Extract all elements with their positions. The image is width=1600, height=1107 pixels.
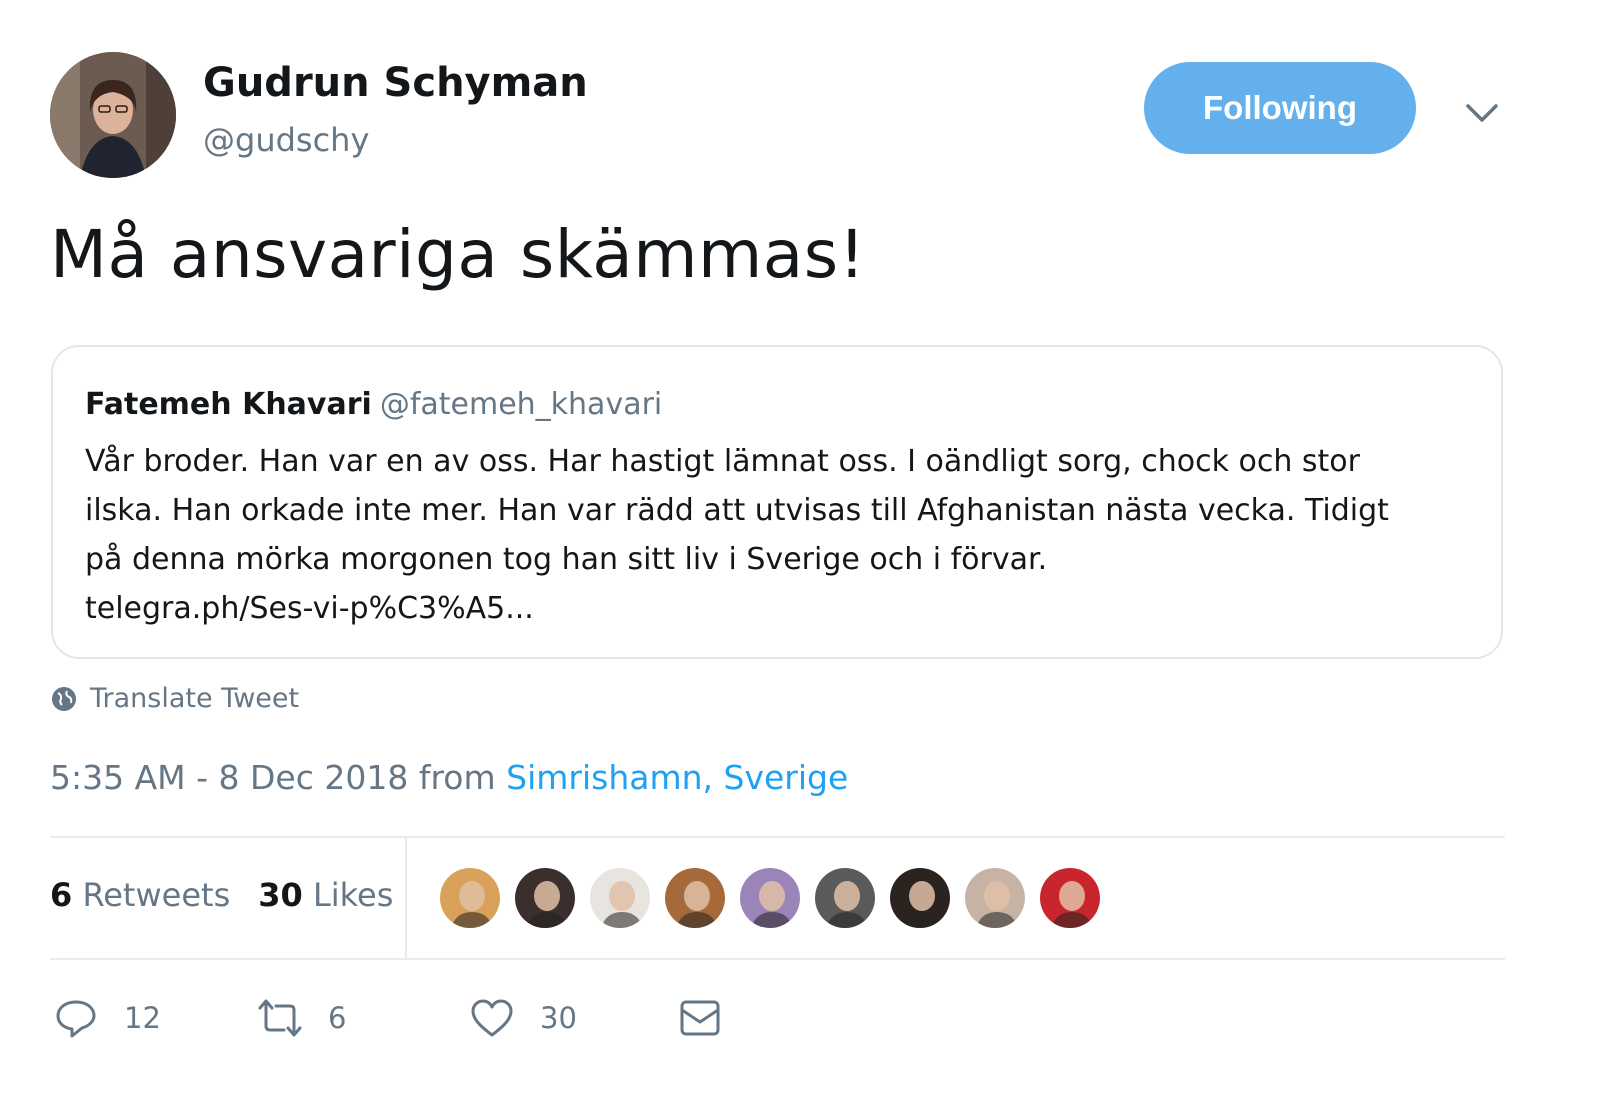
liker-avatar[interactable] — [813, 866, 877, 930]
quoted-tweet-line: ilska. Han orkade inte mer. Han var rädd… — [85, 493, 1389, 528]
quoted-author-handle: @fatemeh_khavari — [379, 387, 663, 422]
author-handle[interactable]: @gudschy — [203, 121, 369, 159]
liker-avatar[interactable] — [888, 866, 952, 930]
retweet-icon — [258, 999, 302, 1037]
liker-avatar[interactable] — [963, 866, 1027, 930]
likes-count: 30 — [258, 876, 303, 914]
avatar-4-icon — [665, 868, 725, 928]
retweets-label: Retweets — [82, 876, 231, 914]
retweet-button[interactable]: 6 — [258, 996, 346, 1040]
heart-icon — [471, 999, 513, 1037]
liker-avatar[interactable] — [738, 866, 802, 930]
stats-divider — [405, 837, 407, 958]
avatar-7-icon — [890, 868, 950, 928]
reply-count: 12 — [124, 1001, 161, 1035]
direct-message-button[interactable] — [678, 996, 748, 1040]
avatar-3-icon — [590, 868, 650, 928]
tweet-stats: 6 Retweets 30 Likes — [50, 876, 393, 914]
translate-tweet-button[interactable]: Translate Tweet — [50, 683, 299, 714]
chevron-down-icon[interactable] — [1462, 92, 1502, 132]
tweet-location[interactable]: Simrishamn, Sverige — [506, 758, 848, 797]
liker-avatar[interactable] — [1038, 866, 1102, 930]
avatar-2-icon — [515, 868, 575, 928]
liker-avatar[interactable] — [663, 866, 727, 930]
quoted-tweet-card[interactable]: Fatemeh Khavari @fatemeh_khavari Vår brod… — [51, 345, 1503, 659]
translate-label: Translate Tweet — [90, 683, 300, 714]
likes-stat[interactable]: 30 Likes — [258, 876, 393, 914]
avatar-6-icon — [815, 868, 875, 928]
reply-icon — [56, 1000, 96, 1038]
profile-photo-icon — [50, 52, 176, 178]
quoted-author-name: Fatemeh Khavari — [85, 387, 372, 422]
retweets-count: 6 — [50, 876, 73, 914]
divider — [50, 958, 1505, 960]
liker-avatar[interactable] — [513, 866, 577, 930]
following-button[interactable]: Following — [1144, 62, 1416, 154]
retweet-count: 6 — [328, 1001, 347, 1035]
like-count: 30 — [540, 1001, 577, 1035]
avatar-1-icon — [440, 868, 500, 928]
retweets-stat[interactable]: 6 Retweets — [50, 876, 230, 914]
liker-avatar[interactable] — [438, 866, 502, 930]
quoted-tweet-link[interactable]: telegra.ph/Ses-vi-p%C3%A5... — [85, 584, 1485, 633]
quoted-tweet-header: Fatemeh Khavari @fatemeh_khavari — [85, 387, 662, 422]
quoted-tweet-line: Vår broder. Han var en av oss. Har hasti… — [85, 444, 1360, 479]
quoted-tweet-body: Vår broder. Han var en av oss. Har hasti… — [85, 437, 1485, 633]
divider — [50, 836, 1505, 838]
likers-avatars — [438, 866, 1113, 930]
like-button[interactable]: 30 — [470, 996, 577, 1040]
likes-label: Likes — [312, 876, 394, 914]
tweet-meta: 5:35 AM - 8 Dec 2018 from Simrishamn, Sv… — [50, 758, 848, 797]
envelope-icon — [680, 1000, 720, 1036]
quoted-tweet-line: på denna mörka morgonen tog han sitt liv… — [85, 542, 1048, 577]
avatar-5-icon — [740, 868, 800, 928]
author-avatar[interactable] — [50, 52, 176, 178]
globe-icon — [52, 686, 76, 711]
author-name[interactable]: Gudrun Schyman — [203, 60, 588, 106]
avatar-9-icon — [1040, 868, 1100, 928]
tweet-timestamp[interactable]: 5:35 AM - 8 Dec 2018 from — [50, 758, 506, 797]
liker-avatar[interactable] — [588, 866, 652, 930]
avatar-8-icon — [965, 868, 1025, 928]
tweet-text: Må ansvariga skämmas! — [50, 216, 866, 293]
reply-button[interactable]: 12 — [54, 996, 161, 1040]
